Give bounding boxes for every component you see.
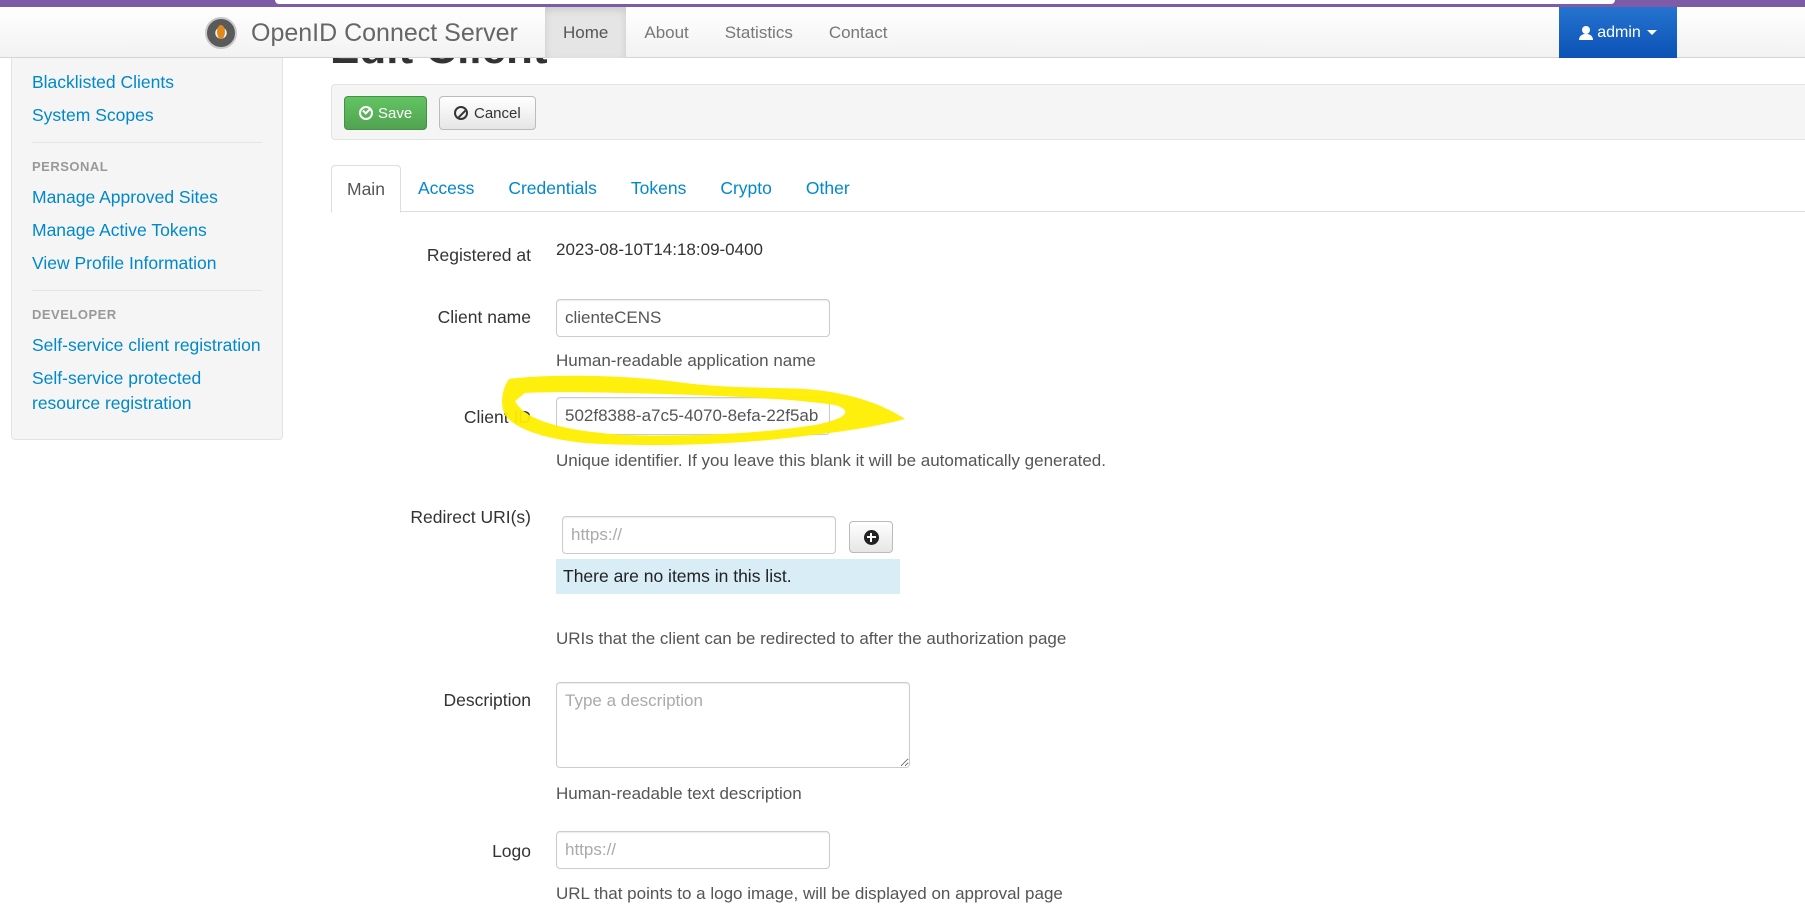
ban-icon bbox=[454, 106, 468, 120]
cancel-button[interactable]: Cancel bbox=[439, 96, 536, 130]
description-help: Human-readable text description bbox=[556, 784, 802, 803]
nav-contact[interactable]: Contact bbox=[811, 7, 906, 58]
tab-tokens[interactable]: Tokens bbox=[614, 165, 703, 212]
section-header-developer: DEVELOPER bbox=[32, 307, 117, 322]
cancel-label: Cancel bbox=[474, 104, 521, 122]
divider bbox=[32, 142, 262, 143]
registered-at-value: 2023-08-10T14:18:09-0400 bbox=[556, 240, 763, 259]
sidebar-item-blacklisted-clients[interactable]: Blacklisted Clients bbox=[32, 66, 262, 99]
logo-help: URL that points to a logo image, will be… bbox=[556, 884, 1063, 903]
client-name-label: Client name bbox=[437, 307, 531, 327]
sidebar-item-system-scopes[interactable]: System Scopes bbox=[32, 99, 262, 132]
save-button[interactable]: Save bbox=[344, 96, 428, 130]
logo-url-input[interactable] bbox=[556, 831, 830, 869]
redirect-uris-empty-message: There are no items in this list. bbox=[556, 559, 900, 594]
save-label: Save bbox=[378, 104, 413, 122]
add-redirect-uri-button[interactable] bbox=[849, 521, 893, 553]
description-textarea[interactable] bbox=[556, 682, 910, 768]
sidebar-item-resource-registration[interactable]: Self-service protected resource registra… bbox=[32, 366, 262, 416]
tab-other[interactable]: Other bbox=[789, 165, 867, 212]
check-circle-icon bbox=[359, 106, 373, 120]
openid-logo-icon bbox=[205, 17, 237, 49]
tab-crypto[interactable]: Crypto bbox=[703, 165, 789, 212]
redirect-uris-label: Redirect URI(s) bbox=[410, 507, 531, 527]
user-icon bbox=[1579, 25, 1594, 40]
plus-circle-icon bbox=[863, 529, 879, 545]
user-menu-button[interactable]: admin bbox=[1559, 7, 1677, 58]
top-navbar: OpenID Connect Server Home About Statist… bbox=[0, 7, 1805, 58]
logo-label: Logo bbox=[492, 841, 531, 861]
user-menu-label: admin bbox=[1597, 23, 1641, 41]
redirect-uris-help: URIs that the client can be redirected t… bbox=[556, 629, 1067, 648]
action-toolbar: Save Cancel bbox=[331, 84, 1805, 140]
sidebar-item-client-registration[interactable]: Self-service client registration bbox=[32, 329, 262, 362]
client-name-input[interactable] bbox=[556, 299, 830, 337]
sidebar-item-profile-info[interactable]: View Profile Information bbox=[32, 247, 262, 280]
brand-name: OpenID Connect Server bbox=[251, 18, 518, 47]
nav-home[interactable]: Home bbox=[545, 7, 627, 58]
divider bbox=[32, 290, 262, 291]
nav-about[interactable]: About bbox=[626, 7, 706, 58]
caret-down-icon bbox=[1646, 30, 1657, 35]
sidebar: Blacklisted Clients System Scopes PERSON… bbox=[11, 58, 283, 440]
client-name-help: Human-readable application name bbox=[556, 351, 816, 370]
description-label: Description bbox=[443, 690, 531, 710]
client-id-input[interactable] bbox=[556, 397, 830, 435]
tab-main[interactable]: Main bbox=[331, 165, 401, 213]
nav-statistics[interactable]: Statistics bbox=[707, 7, 811, 58]
sidebar-item-approved-sites[interactable]: Manage Approved Sites bbox=[32, 181, 262, 214]
form-tabs: Main Access Credentials Tokens Crypto Ot… bbox=[331, 165, 1805, 213]
client-id-help: Unique identifier. If you leave this bla… bbox=[556, 451, 1106, 470]
tab-credentials[interactable]: Credentials bbox=[491, 165, 614, 212]
brand[interactable]: OpenID Connect Server bbox=[205, 16, 518, 50]
tab-access[interactable]: Access bbox=[401, 165, 491, 212]
address-bar-edge bbox=[275, 0, 1615, 4]
main-nav: Home About Statistics Contact bbox=[545, 7, 905, 58]
section-header-personal: PERSONAL bbox=[32, 159, 109, 174]
sidebar-item-active-tokens[interactable]: Manage Active Tokens bbox=[32, 214, 262, 247]
registered-at-label: Registered at bbox=[426, 245, 531, 265]
browser-top-strip bbox=[0, 0, 1805, 7]
redirect-uri-input[interactable] bbox=[562, 516, 836, 554]
client-id-label: Client ID bbox=[463, 407, 531, 427]
